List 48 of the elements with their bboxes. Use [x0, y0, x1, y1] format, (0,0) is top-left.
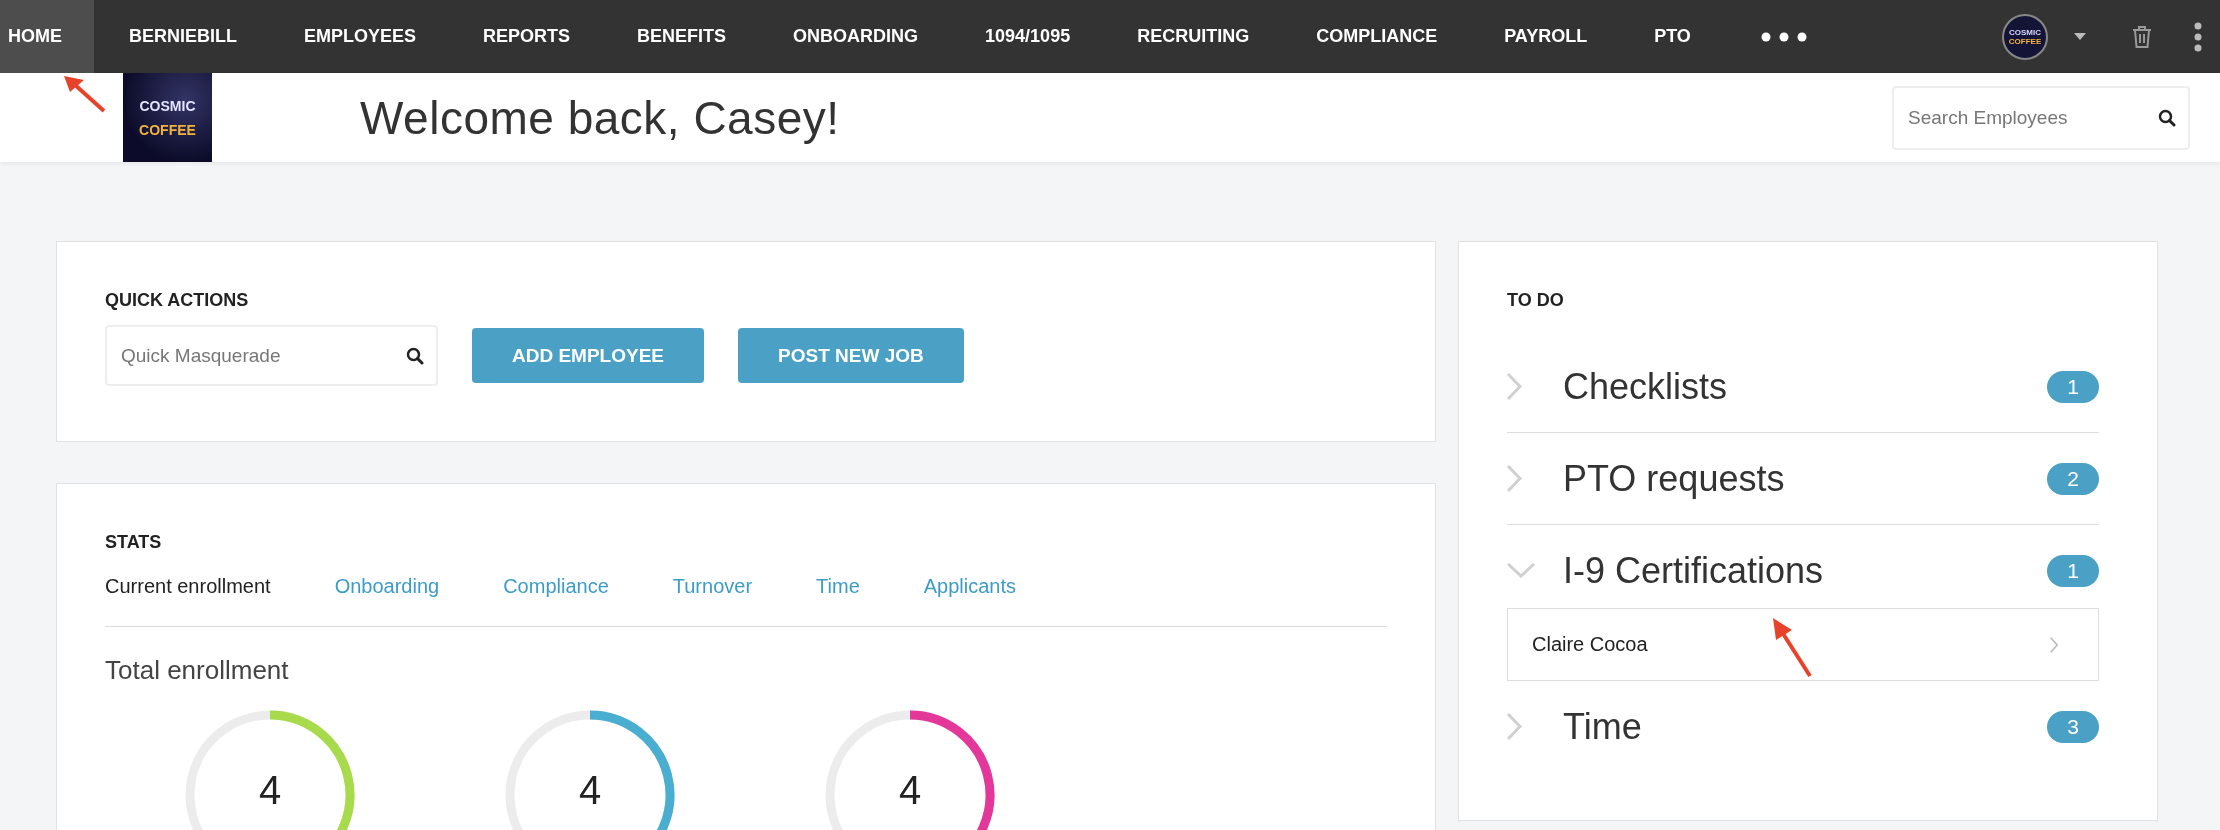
nav-tab[interactable]: PAYROLL [1496, 0, 1620, 73]
avatar-text: COSMIC [2009, 27, 2041, 37]
kebab-menu-icon[interactable] [2194, 21, 2202, 52]
nav-tab[interactable]: BENEFITS [629, 0, 759, 73]
annotation-arrow [62, 74, 108, 114]
card-title: STATS [105, 532, 163, 553]
nav-tab[interactable]: 1094/1095 [977, 0, 1103, 73]
company-avatar[interactable]: COSMIC COFFEE [2002, 13, 2048, 60]
annotation-arrow [1770, 616, 1814, 678]
chevron-right-icon [1507, 713, 1522, 740]
nav-tab[interactable]: RECRUITING [1129, 0, 1282, 73]
logo-text: COSMIC [139, 97, 196, 114]
welcome-heading: Welcome back, Casey! [360, 90, 840, 145]
count-badge: 2 [2047, 462, 2099, 495]
card-title: TO DO [1507, 290, 1565, 311]
logo-text: COFFEE [139, 121, 196, 138]
nav-tab[interactable]: PTO [1646, 0, 1723, 73]
section-subtitle: Total enrollment [105, 655, 290, 686]
trash-icon[interactable] [2132, 24, 2152, 49]
todo-row[interactable]: Time 3 [1507, 681, 2099, 772]
donut-value: 4 [257, 768, 283, 813]
caret-down-icon[interactable] [2074, 33, 2086, 40]
chevron-right-icon [1507, 373, 1522, 400]
search-icon[interactable] [2158, 108, 2176, 127]
avatar-text: COFFEE [2008, 36, 2042, 46]
todo-subitem[interactable]: Claire Cocoa [1507, 608, 2099, 681]
count-badge: 1 [2047, 554, 2099, 587]
nav-tab[interactable]: BERNIEBILL [121, 0, 269, 73]
more-icon[interactable] [1759, 30, 1808, 43]
nav-tab[interactable]: REPORTS [475, 0, 603, 73]
chevron-right-icon [1507, 465, 1522, 492]
search-field[interactable]: Search Employees [1892, 85, 2190, 150]
card-title: QUICK ACTIONS [105, 290, 250, 311]
nav-tab[interactable]: COMPLIANCE [1308, 0, 1470, 73]
nav-tab[interactable]: EMPLOYEES [296, 0, 449, 73]
chevron-right-icon [2050, 636, 2058, 653]
search-icon[interactable] [406, 346, 424, 365]
donut-value: 4 [577, 768, 603, 813]
stats-tab[interactable]: Current enrollment [105, 575, 271, 598]
chevron-down-icon [1507, 563, 1535, 578]
donut-value: 4 [897, 768, 923, 813]
count-badge: 1 [2047, 370, 2099, 403]
nav-tab[interactable]: HOME [0, 0, 94, 73]
todo-row[interactable]: PTO requests 2 [1507, 433, 2099, 525]
count-badge: 3 [2047, 710, 2099, 743]
nav-tab[interactable]: ONBOARDING [785, 0, 951, 73]
masquerade-field[interactable]: Quick Masquerade [105, 325, 438, 386]
todo-row[interactable]: Checklists 1 [1507, 341, 2099, 433]
